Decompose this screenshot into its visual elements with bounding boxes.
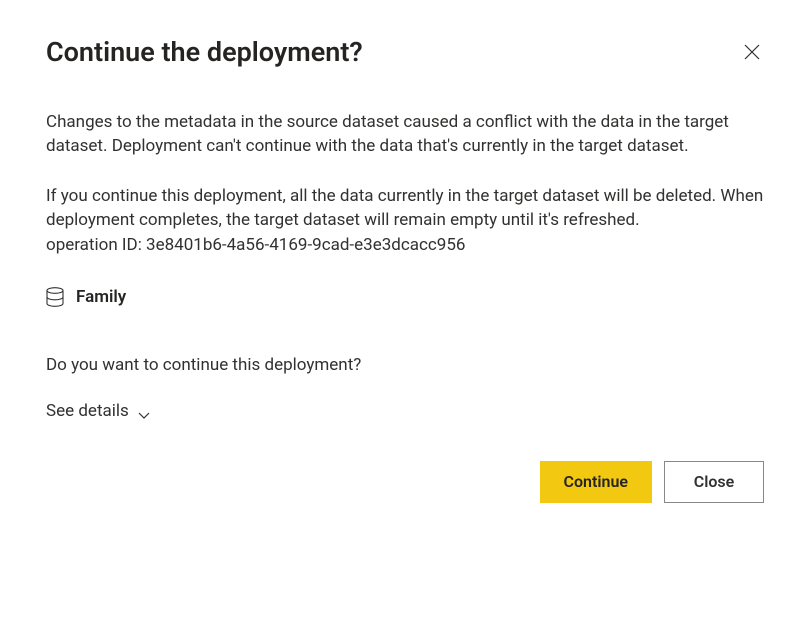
warning-paragraph-1: Changes to the metadata in the source da… xyxy=(46,110,766,158)
operation-id-line: operation ID: 3e8401b6-4a56-4169-9cad-e3… xyxy=(46,233,770,257)
close-icon[interactable] xyxy=(744,44,760,60)
see-details-toggle[interactable]: See details xyxy=(46,401,151,421)
dialog-footer: Continue Close xyxy=(46,461,770,503)
confirm-prompt: Do you want to continue this deployment? xyxy=(46,355,770,375)
dialog-title: Continue the deployment? xyxy=(46,36,363,68)
dataset-name: Family xyxy=(76,287,126,307)
dataset-item: Family xyxy=(46,287,770,307)
see-details-label: See details xyxy=(46,401,129,421)
warning-paragraph-2: If you continue this deployment, all the… xyxy=(46,184,766,232)
continue-button[interactable]: Continue xyxy=(540,461,652,503)
database-icon xyxy=(46,287,64,307)
chevron-down-icon xyxy=(137,406,151,416)
close-button[interactable]: Close xyxy=(664,461,764,503)
